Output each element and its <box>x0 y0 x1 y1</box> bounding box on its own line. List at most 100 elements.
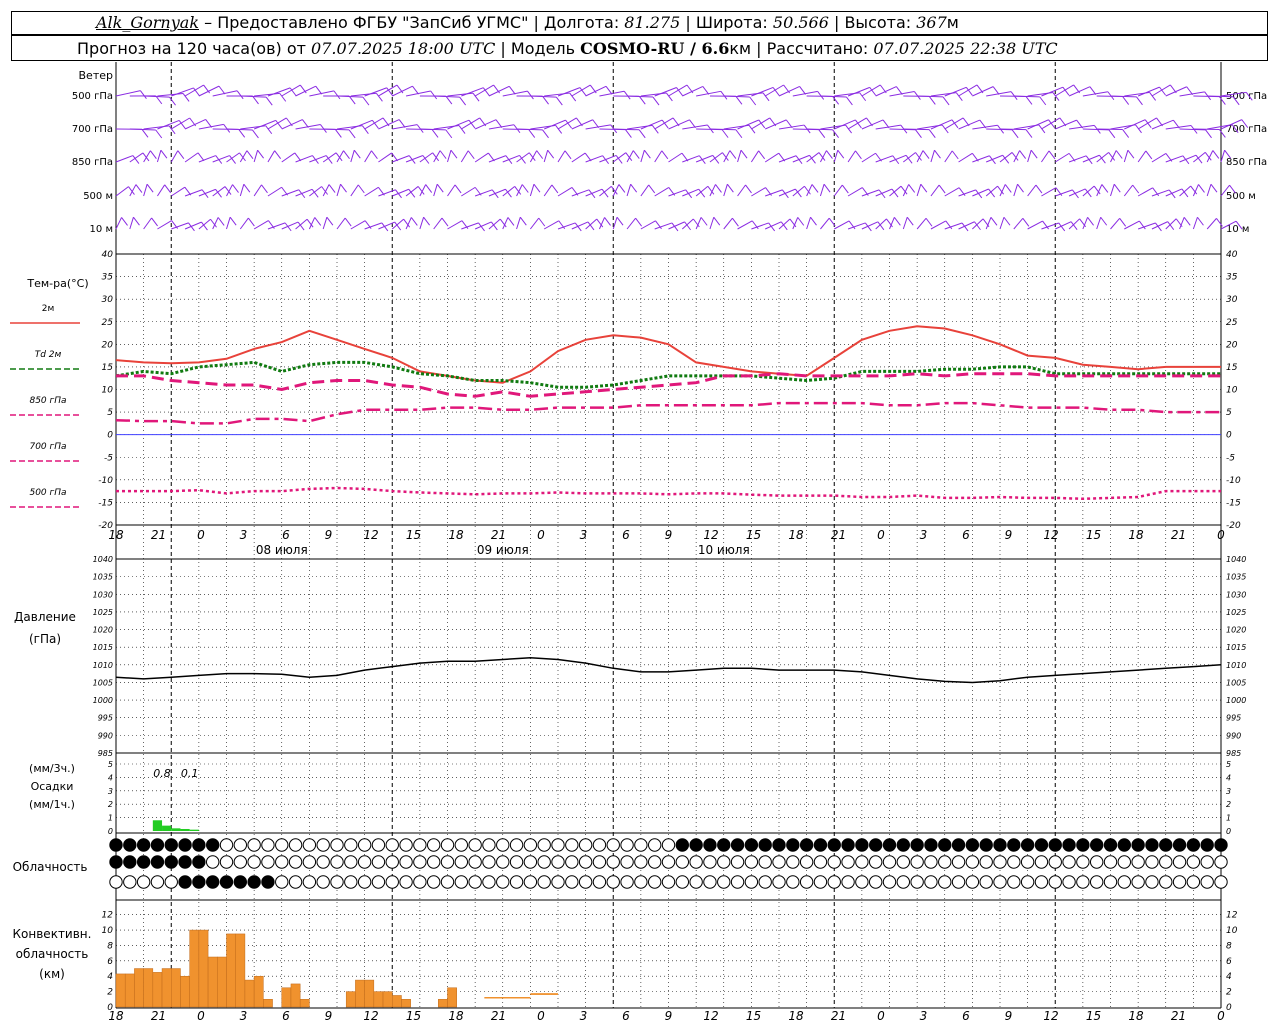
wind-barb-feather <box>340 183 347 193</box>
cloud-cover-circle <box>316 875 330 889</box>
wind-barb-feather <box>507 217 515 226</box>
wind-barb <box>267 150 276 163</box>
wind-barb-feather <box>528 129 536 138</box>
wind-barb <box>958 84 978 97</box>
wind-barb <box>157 92 184 97</box>
cloud-cover-circle <box>730 855 745 869</box>
wind-barb <box>1220 150 1226 163</box>
temp-tick-right: 0 <box>1226 431 1232 441</box>
cloud-cover-circle <box>938 855 952 869</box>
wind-barb <box>461 117 480 130</box>
wind-barb-feather <box>445 95 453 105</box>
wind-barb-feather <box>618 184 626 193</box>
wind-barb <box>1027 119 1049 130</box>
wind-barb-feather <box>430 90 438 100</box>
cloud-cover-circle <box>1145 838 1159 852</box>
cloud-cover-circle <box>896 875 911 889</box>
wind-barb <box>986 91 1012 97</box>
wind-barb-feather <box>328 184 336 193</box>
cloud-cover-circle <box>496 855 510 869</box>
wind-barb <box>350 220 366 230</box>
cloud-cover-circle <box>399 855 413 869</box>
cloud-cover-circle <box>551 875 565 889</box>
wind-barb-feather <box>302 119 309 128</box>
pressure-tick-left: 990 <box>98 731 113 740</box>
x-tick-label: 6 <box>962 1009 970 1023</box>
cloud-cover-circle <box>882 855 897 869</box>
cloud-cover-circle <box>482 875 496 889</box>
wind-barb-feather <box>702 86 710 95</box>
cloud-title: Облачность <box>13 860 88 874</box>
wind-barb-feather <box>410 217 418 226</box>
conv-bar <box>244 979 255 1008</box>
wind-barb-feather <box>823 183 831 193</box>
wind-barb-feather <box>246 150 254 159</box>
cloud-cover-circle <box>150 855 165 869</box>
cloud-cover-circle <box>592 875 607 889</box>
wind-barb-feather <box>261 184 268 194</box>
x-tick-label: 9 <box>1005 1009 1013 1023</box>
cloud-cover-circle <box>717 875 731 889</box>
x-tick-label: 3 <box>920 1009 928 1023</box>
pressure-tick-right: 1020 <box>1226 626 1246 635</box>
cloud-cover-circle <box>1172 875 1187 889</box>
wind-barb <box>1137 86 1160 97</box>
cloud-cover-circle <box>136 855 151 869</box>
cloud-cover-circle <box>192 838 206 852</box>
wind-barb <box>1124 220 1140 230</box>
conv-bar <box>207 956 218 1008</box>
wind-barb <box>557 87 581 97</box>
wind-barb <box>1193 151 1206 163</box>
cloud-cover-circle <box>827 855 841 869</box>
cloud-cover-circle <box>578 855 593 869</box>
wind-barb <box>889 91 915 97</box>
wind-barb <box>350 92 377 97</box>
wind-barb-feather <box>238 129 246 138</box>
cloud-cover-circle <box>924 855 938 869</box>
wind-barb <box>322 217 328 230</box>
conv-bar <box>143 968 154 1008</box>
wind-barb <box>336 150 344 163</box>
wind-barb <box>239 150 248 163</box>
cloud-cover-circle <box>454 855 469 869</box>
cloud-cover-circle <box>357 855 372 869</box>
wind-barb <box>323 128 350 131</box>
wind-barb <box>806 128 833 131</box>
precip-annotation: 0.1 <box>181 767 199 780</box>
wind-barb <box>488 124 515 130</box>
wind-barb-feather <box>425 184 433 193</box>
wind-barb-feather <box>1183 217 1191 226</box>
wind-barb-feather <box>818 129 826 138</box>
temp-tick-right: -20 <box>1226 521 1241 531</box>
x-tick-label: 18 <box>448 1009 464 1023</box>
cloud-cover-circle <box>1117 838 1132 852</box>
wind-barb <box>267 117 287 130</box>
cloud-cover-circle <box>123 838 137 852</box>
cloud-cover-circle <box>261 875 275 889</box>
cloud-cover-circle <box>1214 855 1228 869</box>
cloud-cover-circle <box>537 838 551 852</box>
wind-level-label: 500 гПа <box>72 91 113 102</box>
wind-barb <box>488 85 510 97</box>
wind-barb-feather <box>314 217 322 226</box>
cloud-cover-circle <box>371 838 386 852</box>
wind-barb <box>1192 217 1198 230</box>
wind-barb-feather <box>334 129 342 138</box>
wind-barb-feather <box>732 217 739 227</box>
pressure-title: (гПа) <box>29 632 61 646</box>
precip-title: (мм/3ч.) <box>29 762 75 775</box>
wind-barb <box>1055 119 1077 130</box>
wind-barb-feather <box>431 129 439 138</box>
wind-level-label: 10 м <box>90 224 113 235</box>
wind-barb <box>1027 150 1032 163</box>
wind-barb <box>212 90 238 97</box>
wind-barb-feather <box>616 216 624 226</box>
cloud-cover-circle <box>799 838 814 852</box>
cloud-cover-circle <box>786 838 800 852</box>
cloud-cover-circle <box>938 875 952 889</box>
cloud-cover-circle <box>178 838 192 852</box>
wind-barb <box>129 217 134 230</box>
temp-tick-left: 10 <box>102 386 114 396</box>
cloud-cover-circle <box>496 838 510 852</box>
pressure-tick-left: 1035 <box>93 573 113 582</box>
